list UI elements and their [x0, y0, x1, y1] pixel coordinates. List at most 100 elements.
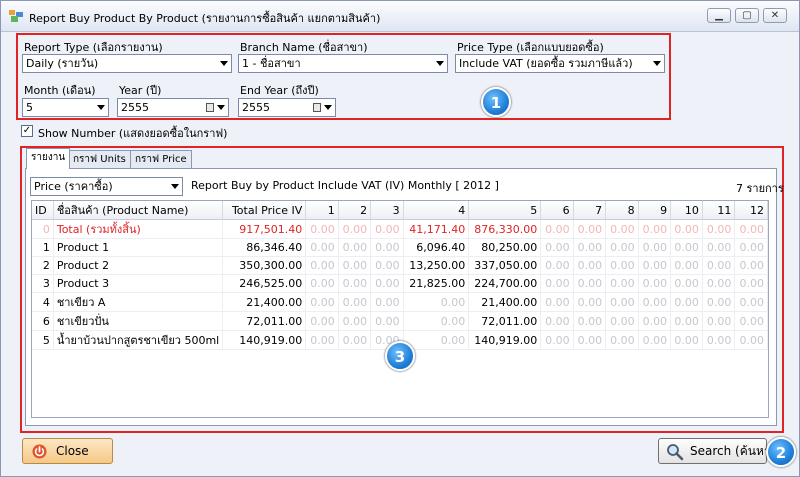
- column-header[interactable]: ชื่อสินค้า (Product Name): [53, 201, 224, 220]
- price-type-select[interactable]: Include VAT (ยอดซื้อ รวมภาษีแล้ว): [455, 54, 665, 73]
- row-id: 2: [32, 256, 54, 275]
- month-value: 80,250.00: [468, 238, 542, 257]
- end-year-value: 2555: [242, 101, 270, 114]
- month-value: 0.00: [734, 219, 768, 239]
- column-header[interactable]: 4: [403, 201, 470, 220]
- table-row[interactable]: 3 Product 3 246,525.00 0.00 0.00 0.00 21,825.0…: [32, 274, 768, 293]
- row-id: 3: [32, 274, 54, 293]
- total-row[interactable]: 0 Total (รวมทั้งสิ้น) 917,501.40 0.00 0.00 0.…: [32, 219, 768, 239]
- month-value: 0.00: [403, 330, 470, 350]
- column-header[interactable]: ID: [32, 201, 54, 220]
- total-price: 72,011.00: [222, 311, 307, 331]
- column-header[interactable]: 6: [540, 201, 574, 220]
- chevron-down-icon: [653, 61, 661, 66]
- month-value: 0.00: [734, 292, 768, 312]
- calendar-icon[interactable]: [206, 103, 214, 112]
- month-value: 0.00: [338, 311, 372, 331]
- month-value: 0.00: [638, 219, 672, 239]
- month-value: 6,096.40: [403, 238, 470, 257]
- maximize-button[interactable]: ▢: [735, 8, 759, 23]
- product-name: Total (รวมทั้งสิ้น): [53, 219, 224, 239]
- month-value: 0.00: [605, 256, 639, 275]
- report-type-select[interactable]: Daily (รายวัน): [22, 54, 232, 73]
- total-price: 21,400.00: [222, 292, 307, 312]
- column-header[interactable]: 8: [605, 201, 639, 220]
- power-icon: [32, 444, 47, 459]
- table-row[interactable]: 4 ชาเขียว A 21,400.00 0.00 0.00 0.00 0.00 21,40…: [32, 292, 768, 312]
- show-number-checkbox[interactable]: ✓: [21, 125, 33, 137]
- table-row[interactable]: 2 Product 2 350,300.00 0.00 0.00 0.00 13,250.0…: [32, 256, 768, 275]
- table-body: 0 Total (รวมทั้งสิ้น) 917,501.40 0.00 0.00 0.…: [32, 219, 768, 350]
- calendar-icon[interactable]: [313, 103, 321, 112]
- table-row[interactable]: 6 ชาเขียวปั่น 72,011.00 0.00 0.00 0.00 0.00 72,…: [32, 311, 768, 331]
- end-year-picker[interactable]: 2555: [238, 98, 336, 117]
- app-icon: [9, 10, 23, 22]
- tab-graph-units[interactable]: กราฟ Units: [68, 150, 131, 168]
- month-value: 0.00: [734, 274, 768, 293]
- month-value: 0.00: [305, 219, 339, 239]
- badge-3: 3: [385, 341, 415, 371]
- month-value: 0.00: [702, 274, 736, 293]
- column-header[interactable]: 3: [370, 201, 404, 220]
- month-value: 0.00: [605, 219, 639, 239]
- row-id: 0: [32, 219, 54, 239]
- close-button-label: Close: [56, 444, 89, 458]
- tab-graph-price[interactable]: กราฟ Price: [130, 150, 192, 168]
- month-value: 0.00: [702, 219, 736, 239]
- chevron-down-icon: [171, 184, 179, 189]
- month-value: 0.00: [638, 292, 672, 312]
- search-button[interactable]: Search (ค้นหา): [658, 438, 775, 464]
- product-name: น้ำยาบ้วนปากสูตรชาเขียว 500ml: [53, 330, 224, 350]
- price-mode-value: Price (ราคาซื้อ): [34, 180, 113, 193]
- total-price: 917,501.40: [222, 219, 307, 239]
- column-header[interactable]: 9: [638, 201, 672, 220]
- chevron-down-icon[interactable]: [324, 105, 332, 110]
- tab-report[interactable]: รายงาน: [26, 148, 71, 169]
- title-bar[interactable]: Report Buy Product By Product (รายงานการ…: [1, 1, 799, 32]
- month-value: 0.00: [573, 256, 607, 275]
- table-row[interactable]: 1 Product 1 86,346.40 0.00 0.00 0.00 6,096.40 8…: [32, 238, 768, 257]
- price-mode-select[interactable]: Price (ราคาซื้อ): [30, 177, 183, 196]
- month-value: 0.00: [638, 256, 672, 275]
- branch-select[interactable]: 1 - ชื่อสาขา: [238, 54, 448, 73]
- month-value: 0.00: [370, 256, 404, 275]
- show-number-label: Show Number (แสดงยอดซื้อในกราฟ): [38, 127, 228, 140]
- month-value: 337,050.00: [468, 256, 542, 275]
- chevron-down-icon: [97, 105, 105, 110]
- month-value: 0.00: [540, 330, 574, 350]
- column-header[interactable]: 2: [338, 201, 372, 220]
- month-value: 0.00: [338, 219, 372, 239]
- row-id: 1: [32, 238, 54, 257]
- year-picker[interactable]: 2555: [117, 98, 229, 117]
- minimize-button[interactable]: ▁: [707, 8, 731, 23]
- month-value: 0.00: [702, 256, 736, 275]
- report-table: ID ชื่อสินค้า (Product Name) Total Price I…: [32, 201, 768, 350]
- close-button[interactable]: Close: [22, 438, 113, 464]
- month-value: 0.00: [540, 238, 574, 257]
- month-value: 0.00: [670, 330, 703, 350]
- month-value: 0.00: [370, 238, 404, 257]
- month-label: Month (เดือน): [24, 84, 96, 97]
- total-price: 246,525.00: [222, 274, 307, 293]
- badge-1: 1: [481, 87, 511, 117]
- close-window-button[interactable]: ✕: [763, 8, 787, 23]
- month-select[interactable]: 5: [22, 98, 109, 117]
- report-grid[interactable]: ID ชื่อสินค้า (Product Name) Total Price I…: [31, 200, 769, 418]
- month-value: 0.00: [403, 292, 470, 312]
- month-value: 0.00: [305, 274, 339, 293]
- month-value: 0.00: [338, 238, 372, 257]
- column-header[interactable]: 10: [670, 201, 703, 220]
- column-header[interactable]: 12: [734, 201, 768, 220]
- column-header[interactable]: 7: [573, 201, 607, 220]
- month-value: 0.00: [670, 311, 703, 331]
- product-name: Product 1: [53, 238, 224, 257]
- column-header[interactable]: Total Price IV: [222, 201, 307, 220]
- row-id: 6: [32, 311, 54, 331]
- row-id: 5: [32, 330, 54, 350]
- column-header[interactable]: 5: [468, 201, 542, 220]
- column-header[interactable]: 11: [702, 201, 736, 220]
- column-header[interactable]: 1: [305, 201, 339, 220]
- chevron-down-icon[interactable]: [217, 105, 225, 110]
- month-value: 0.00: [305, 238, 339, 257]
- month-value: 41,171.40: [403, 219, 470, 239]
